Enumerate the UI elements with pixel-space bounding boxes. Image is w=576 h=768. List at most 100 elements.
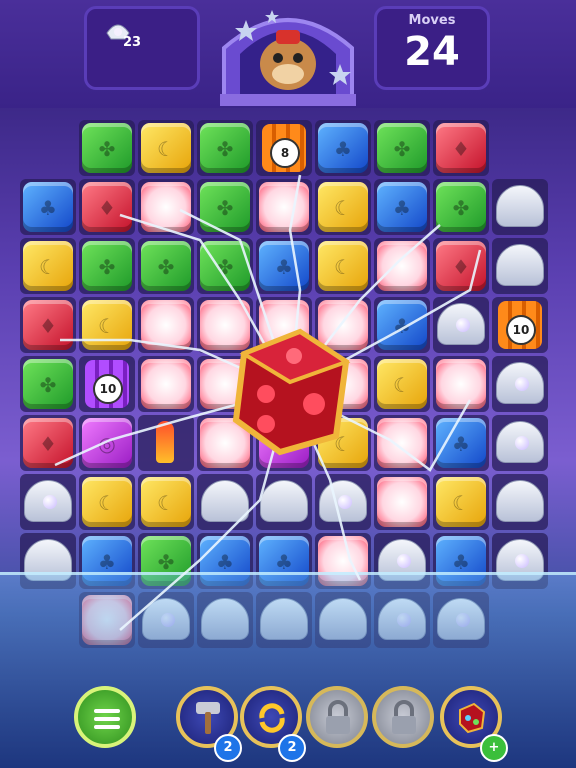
gem-white[interactable] [374,415,430,471]
gem-blue[interactable]: ♣ [433,415,489,471]
green-gem-icon: ✤ [82,123,132,173]
gem-symbol: ♣ [39,196,57,220]
gem-yellow[interactable]: ☾ [20,238,76,294]
tnt-bundle[interactable]: 10 [492,297,548,353]
gem-red[interactable]: ♦ [20,415,76,471]
pearl-shell-icon [496,362,544,404]
gem-symbol: ♦ [452,137,470,161]
gem-yellow[interactable]: ☾ [79,297,135,353]
gem-green[interactable]: ✤ [374,120,430,176]
clam-shell[interactable] [433,297,489,353]
gem-green[interactable]: ✤ [79,120,135,176]
red-gem-icon: ♦ [23,300,73,350]
gem-yellow[interactable]: ☾ [138,120,194,176]
gem-symbol: ♦ [98,196,116,220]
hammer-booster[interactable]: 2 [176,686,242,762]
gem-yellow[interactable]: ☾ [374,356,430,412]
lock-icon [392,700,416,734]
clam-shell[interactable] [492,474,548,530]
pearl-shell-icon [319,480,367,522]
gem-white[interactable] [138,297,194,353]
gem-yellow[interactable]: ☾ [433,474,489,530]
gem-purple[interactable]: ◎ [79,415,135,471]
gem-symbol: ✤ [157,255,175,279]
gem-symbol: ✤ [216,137,234,161]
clam-shell[interactable] [20,474,76,530]
locked-slot-1[interactable] [306,686,368,748]
gem-green[interactable]: ✤ [197,179,253,235]
red-gem-icon: ♦ [436,123,486,173]
white-gem-icon [377,418,427,468]
shell-icon [260,480,308,522]
tnt-bundle[interactable]: 8 [256,120,312,176]
gem-symbol: ✤ [393,137,411,161]
dice-booster-effect [232,328,351,456]
gem-red[interactable]: ♦ [433,238,489,294]
gem-green[interactable]: ✤ [197,238,253,294]
gem-green[interactable]: ✤ [20,356,76,412]
clam-shell[interactable] [492,356,548,412]
gem-yellow[interactable]: ☾ [79,474,135,530]
shell-icon [496,480,544,522]
lock-icon [326,700,350,734]
dice-add-badge: + [480,734,508,762]
gem-white[interactable] [374,474,430,530]
gem-white[interactable] [256,179,312,235]
tnt-bundle[interactable]: 10 [79,356,135,412]
gem-symbol: ♣ [216,550,234,574]
gem-blue[interactable]: ♣ [374,297,430,353]
gem-symbol: ♣ [452,550,470,574]
blue-gem-icon: ♣ [377,300,427,350]
gem-white[interactable] [138,179,194,235]
locked-slot-2[interactable] [372,686,434,748]
menu-button[interactable] [74,686,136,748]
blue-gem-icon: ♣ [436,418,486,468]
tnt-counter: 10 [506,315,536,345]
gem-red[interactable]: ♦ [20,297,76,353]
clam-shell[interactable] [315,474,371,530]
gem-yellow[interactable]: ☾ [315,179,371,235]
clam-shell[interactable] [492,179,548,235]
gem-white[interactable] [433,356,489,412]
gem-yellow[interactable]: ☾ [315,238,371,294]
gem-green[interactable]: ✤ [197,120,253,176]
gem-symbol: ♣ [334,137,352,161]
gem-green[interactable]: ✤ [433,179,489,235]
gem-symbol: ♦ [39,432,57,456]
pearl-shell-icon [496,421,544,463]
blue-gem-icon: ♣ [23,182,73,232]
clam-shell[interactable] [256,474,312,530]
gem-symbol: ✤ [157,550,175,574]
dice-icon [459,702,486,734]
rocket-booster[interactable] [138,415,194,471]
gem-blue[interactable]: ♣ [20,179,76,235]
gem-blue[interactable]: ♣ [315,120,371,176]
white-gem-icon [141,300,191,350]
gem-red[interactable]: ♦ [433,120,489,176]
gem-green[interactable]: ✤ [79,238,135,294]
green-gem-icon: ✤ [200,241,250,291]
shuffle-booster[interactable]: 2 [240,686,306,762]
gem-symbol: ☾ [334,255,352,279]
shuffle-icon [259,703,285,733]
gem-white[interactable] [374,238,430,294]
gem-blue[interactable]: ♣ [374,179,430,235]
gem-white[interactable] [138,356,194,412]
red-gem-icon: ♦ [23,418,73,468]
gem-yellow[interactable]: ☾ [138,474,194,530]
pearl-shell-icon [24,480,72,522]
shell-icon [496,244,544,286]
green-gem-icon: ✤ [200,123,250,173]
gem-red[interactable]: ♦ [79,179,135,235]
clam-shell[interactable] [492,415,548,471]
blue-gem-icon: ♣ [318,123,368,173]
clam-shell[interactable] [197,474,253,530]
goal-panel: 23 [84,6,200,90]
gem-blue[interactable]: ♣ [256,238,312,294]
gem-symbol: ☾ [393,373,411,397]
gem-symbol: ✤ [39,373,57,397]
gem-green[interactable]: ✤ [138,238,194,294]
dice-booster[interactable]: + [440,686,508,762]
red-gem-icon: ♦ [436,241,486,291]
clam-shell[interactable] [492,238,548,294]
